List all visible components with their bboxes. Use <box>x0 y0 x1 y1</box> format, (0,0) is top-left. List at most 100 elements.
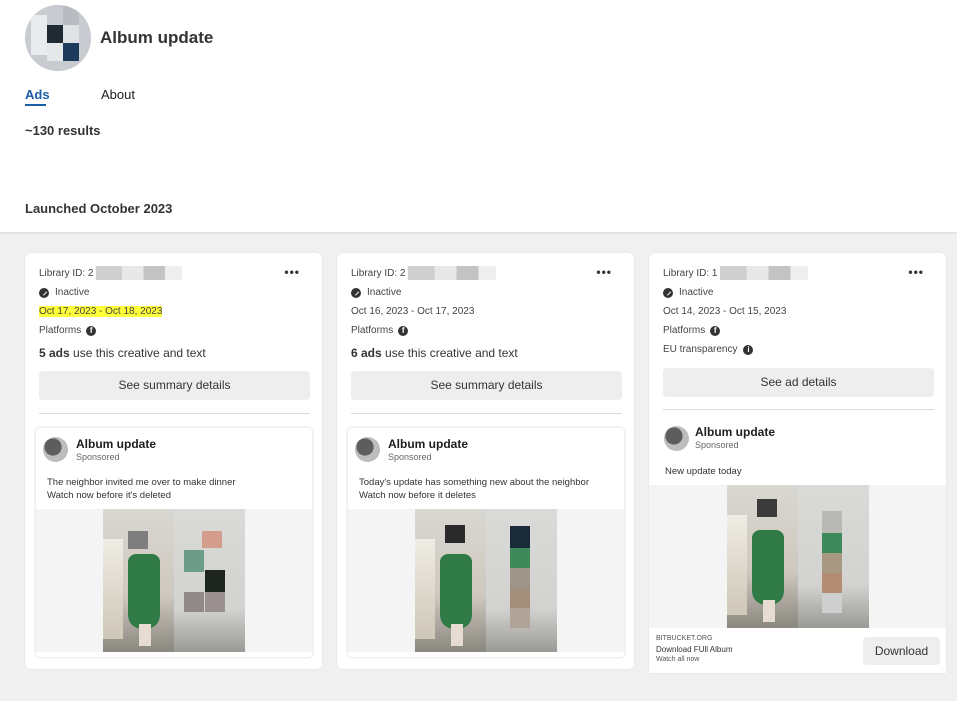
ad-body-text: The neighbor invited me over to make din… <box>47 476 303 502</box>
date-range-text: Oct 16, 2023 - Oct 17, 2023 <box>351 306 475 317</box>
advertiser-name[interactable]: Album update <box>695 425 775 439</box>
status-label: Inactive <box>679 287 714 298</box>
date-range: Oct 14, 2023 - Oct 15, 2023 <box>663 306 786 317</box>
library-id-label: Library ID: 2 <box>39 267 94 279</box>
tab-about[interactable]: About <box>101 87 135 102</box>
ad-image <box>727 485 869 628</box>
check-circle-icon <box>663 287 673 298</box>
ad-preview[interactable]: Album update Sponsored The neighbor invi… <box>36 428 312 657</box>
pixel-block <box>510 526 530 548</box>
redacted-id <box>408 266 497 280</box>
page-title: Album update <box>100 28 214 47</box>
ad-link-footer[interactable]: BITBUCKET.ORG Download FUll Album Watch … <box>649 628 946 673</box>
link-domain: BITBUCKET.ORG <box>656 635 713 642</box>
tab-ads[interactable]: Ads <box>25 87 50 102</box>
status-row: Inactive <box>39 287 89 298</box>
advertiser-avatar <box>664 426 689 451</box>
facebook-icon: f <box>86 325 97 336</box>
pixel-block <box>510 568 530 588</box>
facebook-icon: f <box>398 325 409 336</box>
divider <box>663 409 934 410</box>
info-icon[interactable]: i <box>743 344 754 355</box>
ad-body-line: Today's update has something new about t… <box>359 477 589 488</box>
date-range: Oct 16, 2023 - Oct 17, 2023 <box>351 306 474 317</box>
photo-left <box>727 485 798 628</box>
advertiser-avatar <box>43 437 68 462</box>
eu-transparency-row[interactable]: EU transparency i <box>663 344 754 355</box>
photo-legs <box>451 624 463 646</box>
ad-image <box>415 509 557 652</box>
pixel-block <box>205 570 225 592</box>
platforms-row: Platforms f <box>351 325 409 336</box>
link-title[interactable]: Download FUll Album <box>656 645 732 654</box>
pixel-block <box>184 592 204 612</box>
ad-media[interactable] <box>649 485 946 628</box>
pixel-block <box>822 573 842 593</box>
pixel-block <box>445 525 465 543</box>
ad-media[interactable] <box>348 509 624 652</box>
ad-card: Library ID: 2 ••• Inactive Oct 17, 2023 … <box>25 253 322 669</box>
platforms-label: Platforms <box>39 325 82 336</box>
sponsored-label: Sponsored <box>695 440 739 450</box>
see-summary-details-button[interactable]: See summary details <box>39 371 310 400</box>
advertiser-avatar <box>355 437 380 462</box>
page-avatar[interactable] <box>25 5 91 71</box>
page-header: Album update Ads About ~130 results Laun… <box>0 0 957 232</box>
library-id: Library ID: 1 <box>663 266 809 280</box>
pixel-block <box>822 511 842 533</box>
see-summary-details-button[interactable]: See summary details <box>351 371 622 400</box>
platforms-label: Platforms <box>351 325 394 336</box>
ad-body-line: Watch now before it deletes <box>359 490 476 501</box>
ad-preview[interactable]: Album update Sponsored Today's update ha… <box>348 428 624 657</box>
date-range: Oct 17, 2023 - Oct 18, 2023 <box>39 306 163 317</box>
ads-count-suffix: use this creative and text <box>69 346 206 360</box>
photo-dress <box>128 554 160 629</box>
ad-body-line: Watch now before it's deleted <box>47 490 171 501</box>
check-circle-icon <box>39 287 49 298</box>
ad-image <box>103 509 245 652</box>
download-button[interactable]: Download <box>863 637 940 665</box>
status-label: Inactive <box>367 287 402 298</box>
photo-right <box>486 509 557 652</box>
pixel-block <box>128 531 148 549</box>
ads-count: 5 ads use this creative and text <box>39 346 206 360</box>
pixel-block <box>205 592 225 612</box>
check-circle-icon <box>351 287 361 298</box>
photo-dress <box>440 554 472 629</box>
date-range-text: Oct 17, 2023 - Oct 18, 2023 <box>39 306 163 317</box>
ad-body-line: The neighbor invited me over to make din… <box>47 477 236 488</box>
redacted-id <box>96 266 183 280</box>
photo-legs <box>763 600 775 622</box>
ads-count-number: 5 ads <box>39 346 70 360</box>
redacted-id <box>720 266 809 280</box>
photo-right <box>174 509 245 652</box>
tab-active-indicator <box>25 104 46 106</box>
advertiser-name[interactable]: Album update <box>388 437 468 451</box>
ads-count-number: 6 ads <box>351 346 382 360</box>
photo-dress <box>752 530 784 605</box>
eu-transparency-label: EU transparency <box>663 344 738 355</box>
more-icon[interactable]: ••• <box>596 265 612 279</box>
photo-right <box>798 485 869 628</box>
ad-body-text: New update today <box>665 466 742 477</box>
facebook-icon: f <box>710 325 721 336</box>
ad-card: Library ID: 1 ••• Inactive Oct 14, 2023 … <box>649 253 946 673</box>
pixel-block <box>202 531 222 548</box>
ad-media[interactable] <box>36 509 312 652</box>
advertiser-name[interactable]: Album update <box>76 437 156 451</box>
link-subtitle: Watch all now <box>656 656 700 663</box>
ad-body-text: Today's update has something new about t… <box>359 476 615 502</box>
sponsored-label: Sponsored <box>76 452 120 462</box>
ad-card: Library ID: 2 ••• Inactive Oct 16, 2023 … <box>337 253 634 669</box>
ads-count-suffix: use this creative and text <box>381 346 518 360</box>
see-ad-details-button[interactable]: See ad details <box>663 368 934 397</box>
pixel-block <box>184 550 204 572</box>
pixel-block <box>510 588 530 608</box>
more-icon[interactable]: ••• <box>284 265 300 279</box>
photo-left <box>103 509 174 652</box>
platforms-row: Platforms f <box>663 325 721 336</box>
more-icon[interactable]: ••• <box>908 265 924 279</box>
library-id: Library ID: 2 <box>39 266 183 280</box>
photo-left <box>415 509 486 652</box>
status-row: Inactive <box>663 287 713 298</box>
